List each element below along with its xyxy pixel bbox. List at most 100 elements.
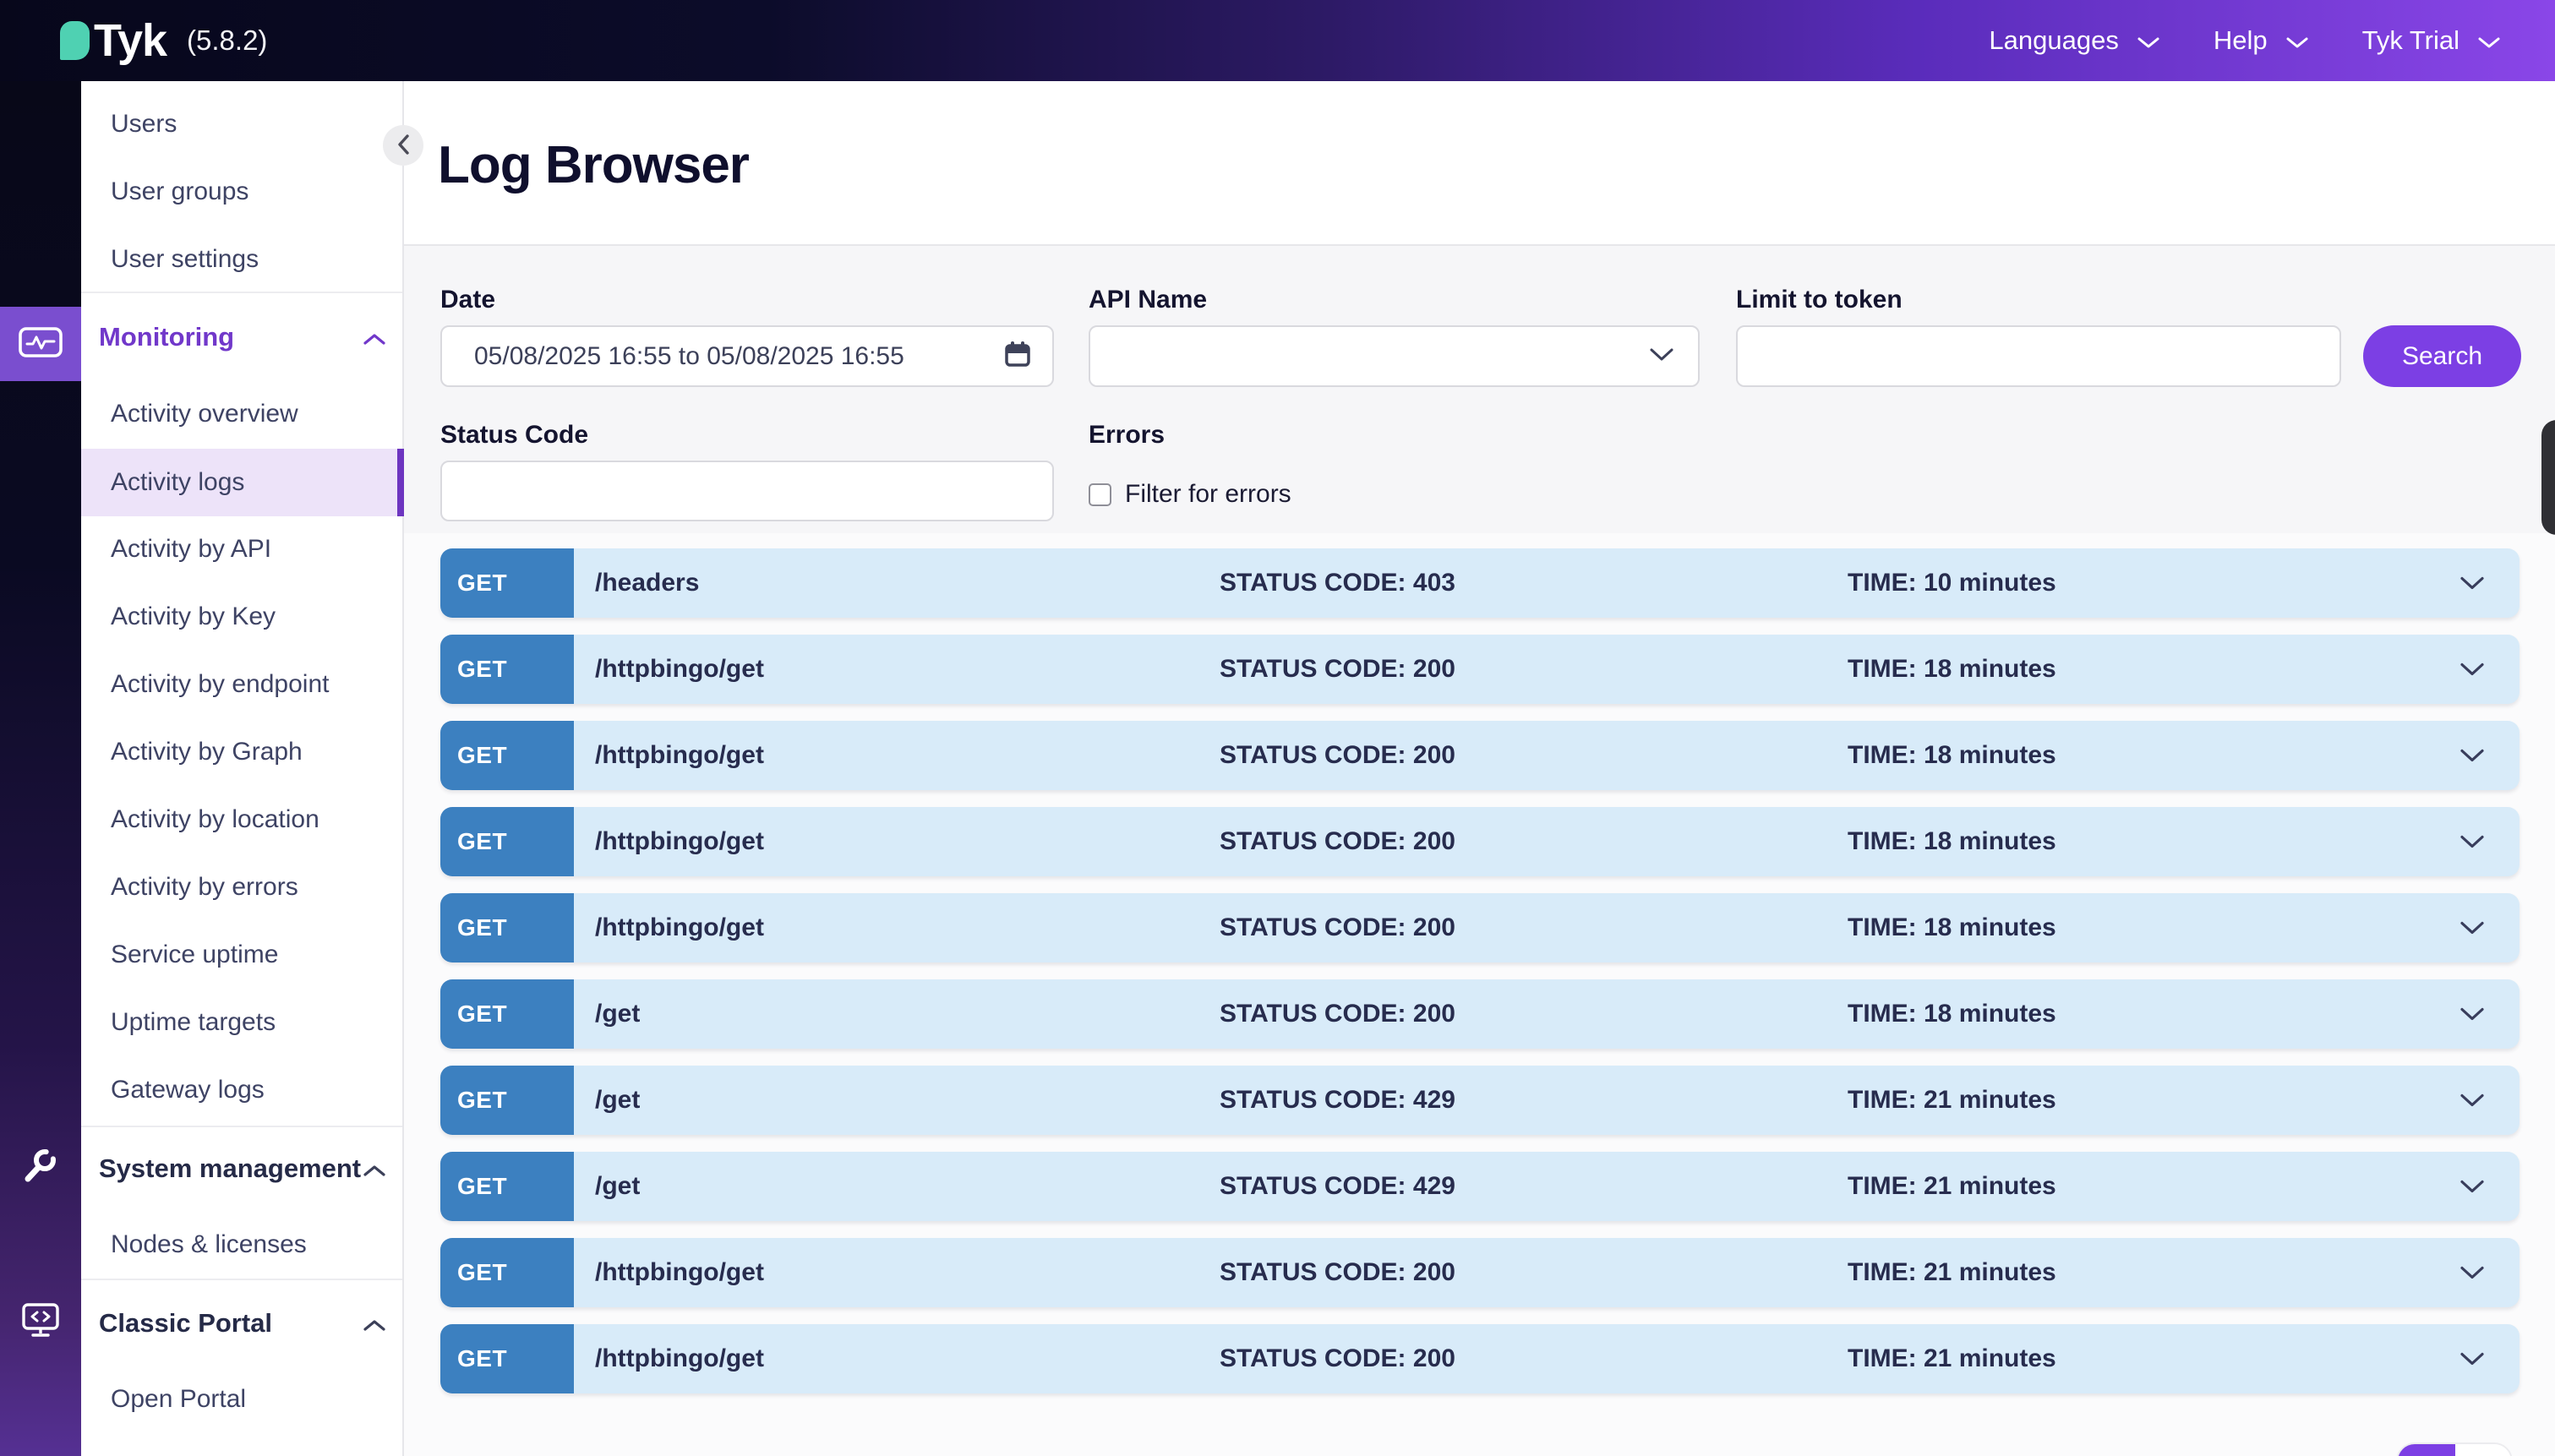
menu-help[interactable]: Help	[2214, 25, 2308, 56]
expand-chevron-icon[interactable]	[2459, 1266, 2485, 1280]
rail-item-classic-portal[interactable]	[0, 1293, 81, 1352]
date-range-input[interactable]: 05/08/2025 16:55 to 05/08/2025 16:55	[440, 325, 1054, 387]
status-code-label: Status Code	[440, 421, 588, 450]
expand-chevron-icon[interactable]	[2459, 749, 2485, 763]
log-row[interactable]: GET /get STATUS CODE: 429 TIME: 21 minut…	[440, 1152, 2520, 1221]
sidebar: Users User groups User settings Monitori…	[81, 81, 404, 1456]
log-path: /headers	[595, 569, 699, 597]
log-row[interactable]: GET /httpbingo/get STATUS CODE: 200 TIME…	[440, 893, 2520, 962]
sidebar-item-activity-by-api[interactable]: Activity by API	[111, 535, 390, 564]
sidebar-item-activity-overview[interactable]: Activity overview	[111, 400, 390, 428]
log-time: TIME: 18 minutes	[1848, 741, 2056, 770]
topbar: Tyk (5.8.2) Languages Help Tyk Trial	[0, 0, 2555, 81]
sidebar-item-user-settings[interactable]: User settings	[111, 245, 390, 274]
tyk-logo[interactable]: Tyk (5.8.2)	[60, 14, 267, 67]
filter-errors-label: Filter for errors	[1125, 480, 1291, 509]
search-button[interactable]: Search	[2363, 325, 2521, 387]
api-name-select[interactable]	[1089, 325, 1700, 387]
log-path: /get	[595, 1000, 640, 1028]
expand-chevron-icon[interactable]	[2459, 663, 2485, 677]
expand-chevron-icon[interactable]	[2459, 1352, 2485, 1366]
log-time: TIME: 18 minutes	[1848, 655, 2056, 684]
sidebar-item-uptime-targets[interactable]: Uptime targets	[111, 1008, 390, 1037]
log-row[interactable]: GET /get STATUS CODE: 200 TIME: 18 minut…	[440, 979, 2520, 1049]
log-path: /httpbingo/get	[595, 655, 764, 684]
wrench-icon	[21, 1148, 60, 1191]
calendar-icon	[1003, 340, 1032, 373]
log-row[interactable]: GET /get STATUS CODE: 429 TIME: 21 minut…	[440, 1066, 2520, 1135]
log-time: TIME: 18 minutes	[1848, 1000, 2056, 1028]
page-title: Log Browser	[438, 135, 749, 195]
rail-item-monitoring[interactable]	[0, 307, 81, 381]
log-status: STATUS CODE: 200	[1220, 827, 1455, 856]
sidebar-divider	[81, 292, 402, 293]
sidebar-item-service-uptime[interactable]: Service uptime	[111, 941, 390, 969]
method-badge: GET	[440, 1324, 574, 1393]
method-badge: GET	[440, 721, 574, 790]
log-row[interactable]: GET /httpbingo/get STATUS CODE: 200 TIME…	[440, 721, 2520, 790]
version-label: (5.8.2)	[187, 25, 267, 57]
sidebar-item-user-groups[interactable]: User groups	[111, 177, 390, 206]
sidebar-item-activity-by-endpoint[interactable]: Activity by endpoint	[111, 670, 390, 699]
log-time: TIME: 18 minutes	[1848, 827, 2056, 856]
pager-pill[interactable]	[2396, 1442, 2513, 1456]
page: Tyk (5.8.2) Languages Help Tyk Trial	[0, 0, 2555, 1456]
sidebar-section-monitoring[interactable]: Monitoring	[99, 322, 385, 352]
sidebar-collapse-button[interactable]	[383, 125, 423, 166]
expand-chevron-icon[interactable]	[2459, 921, 2485, 935]
log-list: GET /headers STATUS CODE: 403 TIME: 10 m…	[440, 548, 2520, 1410]
log-status: STATUS CODE: 200	[1220, 741, 1455, 770]
expand-chevron-icon[interactable]	[2459, 576, 2485, 591]
sidebar-item-users[interactable]: Users	[111, 110, 390, 139]
topbar-menu: Languages Help Tyk Trial	[1989, 25, 2500, 56]
log-row[interactable]: GET /httpbingo/get STATUS CODE: 200 TIME…	[440, 1238, 2520, 1307]
pager-inactive-segment	[2455, 1444, 2511, 1456]
log-status: STATUS CODE: 429	[1220, 1086, 1455, 1115]
log-status: STATUS CODE: 200	[1220, 1344, 1455, 1373]
menu-tyk-trial[interactable]: Tyk Trial	[2362, 25, 2500, 56]
log-path: /get	[595, 1172, 640, 1201]
sidebar-section-label: Classic Portal	[99, 1308, 272, 1339]
sidebar-item-activity-by-location[interactable]: Activity by location	[111, 805, 390, 834]
menu-languages[interactable]: Languages	[1989, 25, 2159, 56]
expand-chevron-icon[interactable]	[2459, 1180, 2485, 1194]
sidebar-item-nodes-licenses[interactable]: Nodes & licenses	[111, 1230, 390, 1259]
feedback-tab[interactable]	[2541, 420, 2555, 535]
log-row[interactable]: GET /httpbingo/get STATUS CODE: 200 TIME…	[440, 807, 2520, 876]
log-path: /get	[595, 1086, 640, 1115]
chevron-down-icon	[2286, 25, 2308, 56]
sidebar-item-activity-by-errors[interactable]: Activity by errors	[111, 873, 390, 902]
menu-tyk-trial-label: Tyk Trial	[2362, 25, 2459, 56]
sidebar-item-activity-logs[interactable]: Activity logs	[111, 468, 390, 497]
rail-item-system-management[interactable]	[0, 1139, 81, 1198]
chevron-up-icon	[363, 1153, 385, 1184]
log-time: TIME: 18 minutes	[1848, 913, 2056, 942]
log-row[interactable]: GET /httpbingo/get STATUS CODE: 200 TIME…	[440, 1324, 2520, 1393]
chevron-up-icon	[363, 322, 385, 352]
expand-chevron-icon[interactable]	[2459, 835, 2485, 849]
log-row[interactable]: GET /httpbingo/get STATUS CODE: 200 TIME…	[440, 635, 2520, 704]
date-range-value: 05/08/2025 16:55 to 05/08/2025 16:55	[474, 342, 1003, 371]
filter-errors-checkbox[interactable]	[1089, 483, 1111, 506]
log-row[interactable]: GET /headers STATUS CODE: 403 TIME: 10 m…	[440, 548, 2520, 618]
method-badge: GET	[440, 893, 574, 962]
chevron-up-icon	[363, 1308, 385, 1339]
pager-active-segment	[2398, 1444, 2455, 1456]
expand-chevron-icon[interactable]	[2459, 1093, 2485, 1108]
log-time: TIME: 10 minutes	[1848, 569, 2056, 597]
filter-for-errors: Filter for errors	[1089, 480, 1291, 509]
expand-chevron-icon[interactable]	[2459, 1007, 2485, 1022]
sidebar-section-label: System management	[99, 1153, 361, 1184]
sidebar-item-gateway-logs[interactable]: Gateway logs	[111, 1076, 390, 1104]
chevron-down-icon	[1649, 347, 1674, 366]
sidebar-section-system-management[interactable]: System management	[99, 1153, 385, 1184]
sidebar-item-activity-by-key[interactable]: Activity by Key	[111, 603, 390, 631]
sidebar-item-activity-by-graph[interactable]: Activity by Graph	[111, 738, 390, 766]
status-code-input[interactable]	[440, 461, 1054, 521]
sidebar-section-classic-portal[interactable]: Classic Portal	[99, 1308, 385, 1339]
sidebar-item-open-portal[interactable]: Open Portal	[111, 1385, 390, 1414]
limit-token-input[interactable]	[1736, 325, 2341, 387]
chevron-down-icon	[2478, 25, 2500, 56]
log-time: TIME: 21 minutes	[1848, 1086, 2056, 1115]
sidebar-divider	[81, 1279, 402, 1280]
